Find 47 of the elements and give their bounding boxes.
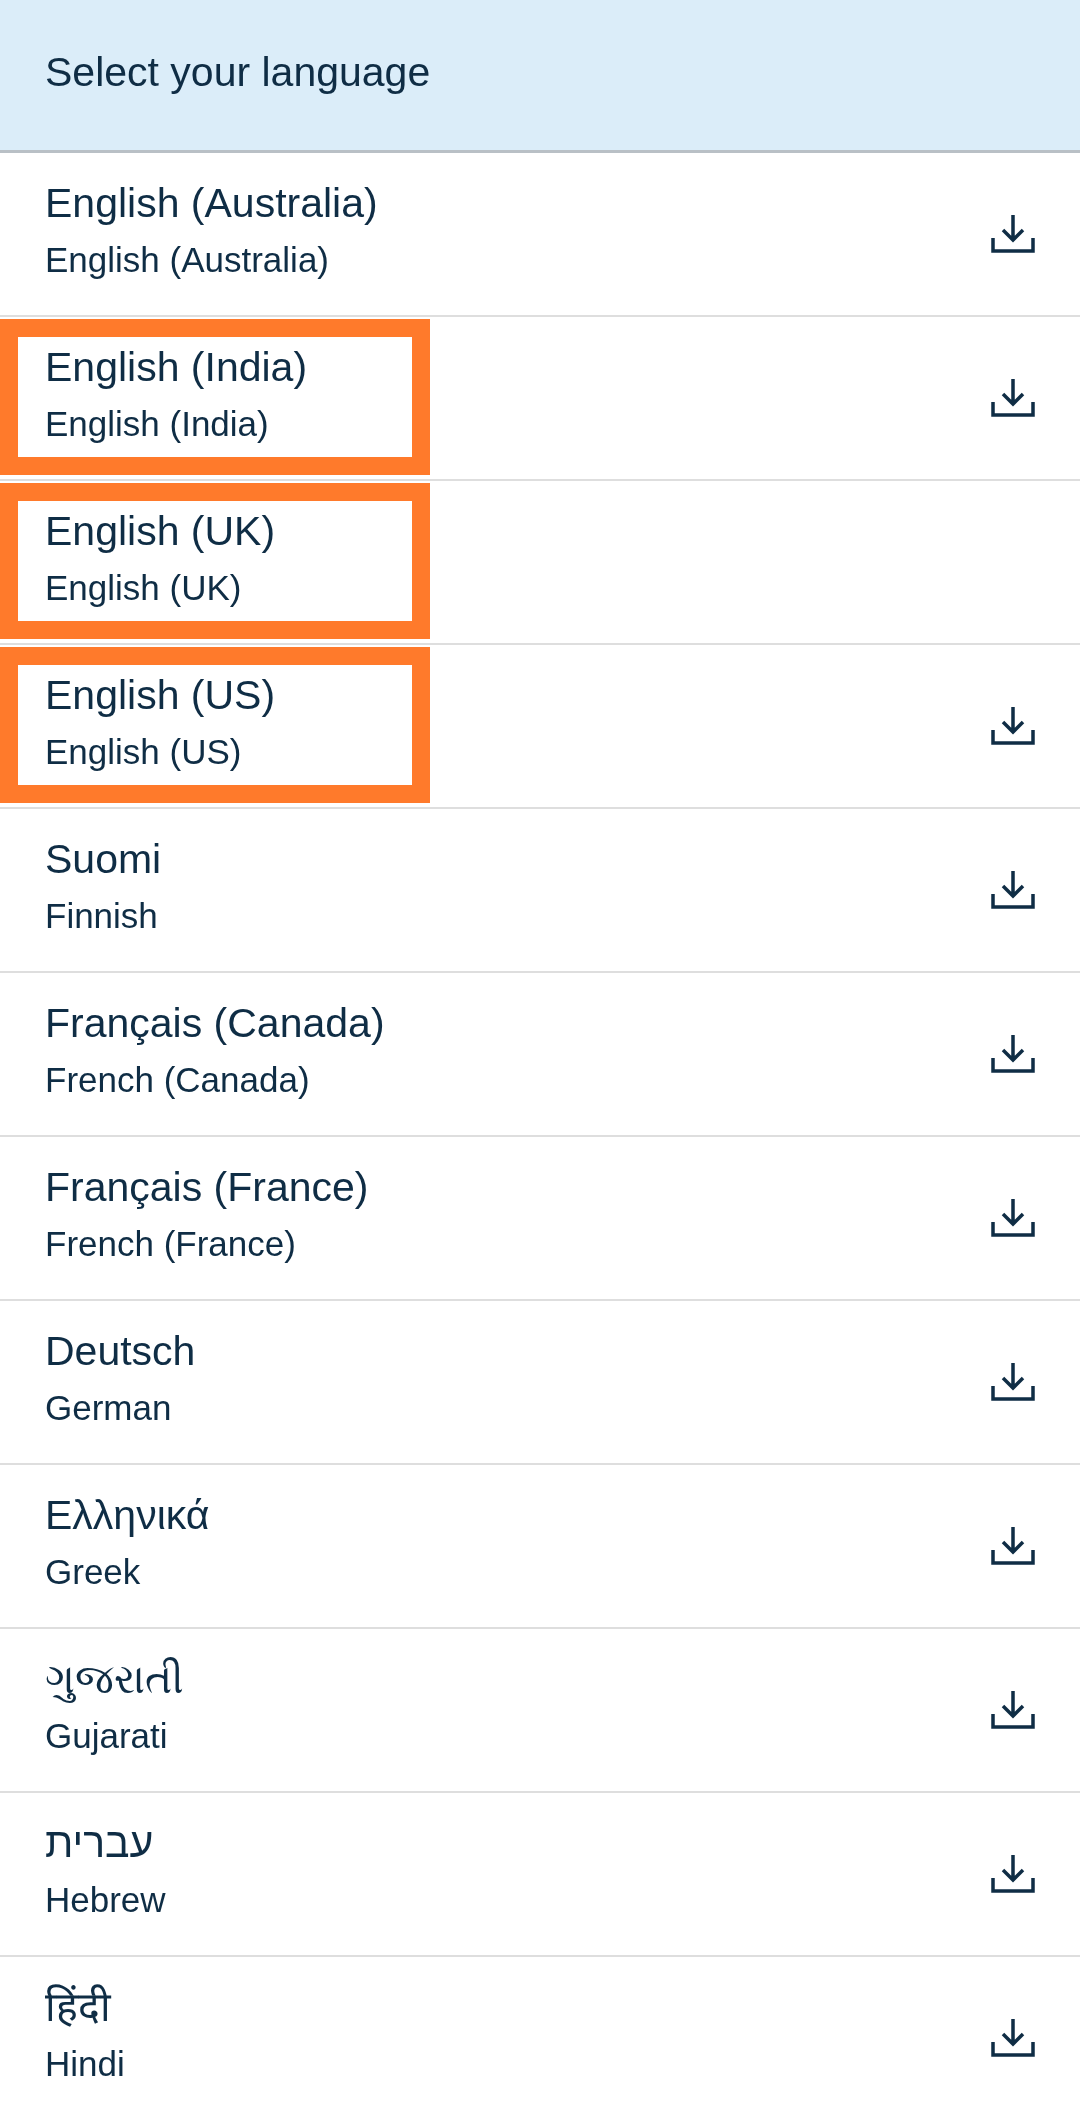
download-icon[interactable]	[991, 707, 1035, 745]
language-native-name: English (UK)	[45, 507, 276, 556]
language-item[interactable]: English (UK) English (UK)	[0, 481, 1080, 645]
download-icon[interactable]	[991, 1199, 1035, 1237]
language-native-name: ગુજરાતી	[45, 1655, 184, 1704]
download-icon[interactable]	[991, 1527, 1035, 1565]
language-english-name: English (Australia)	[45, 239, 329, 281]
language-english-name: Hebrew	[45, 1879, 166, 1921]
language-english-name: Greek	[45, 1551, 141, 1593]
language-english-name: German	[45, 1387, 172, 1429]
language-item[interactable]: English (US) English (US)	[0, 645, 1080, 809]
download-icon[interactable]	[991, 2019, 1035, 2057]
language-item[interactable]: English (India) English (India)	[0, 317, 1080, 481]
language-item[interactable]: ગુજરાતી Gujarati	[0, 1629, 1080, 1793]
language-item[interactable]: Français (Canada) French (Canada)	[0, 973, 1080, 1137]
language-native-name: Ελληνικά	[45, 1491, 210, 1540]
language-english-name: English (UK)	[45, 567, 242, 609]
download-icon[interactable]	[991, 1691, 1035, 1729]
download-icon[interactable]	[991, 379, 1035, 417]
language-item[interactable]: हिंदी Hindi	[0, 1957, 1080, 2112]
language-english-name: French (Canada)	[45, 1059, 310, 1101]
download-icon[interactable]	[991, 1363, 1035, 1401]
language-english-name: Hindi	[45, 2043, 125, 2085]
language-native-name: Français (Canada)	[45, 999, 385, 1048]
language-native-name: Deutsch	[45, 1327, 196, 1376]
language-item[interactable]: English (Australia) English (Australia)	[0, 153, 1080, 317]
language-english-name: Finnish	[45, 895, 158, 937]
language-english-name: French (France)	[45, 1223, 296, 1265]
language-item[interactable]: Ελληνικά Greek	[0, 1465, 1080, 1629]
language-item[interactable]: Deutsch German	[0, 1301, 1080, 1465]
download-icon[interactable]	[991, 215, 1035, 253]
language-native-name: עברית	[45, 1819, 154, 1868]
language-native-name: English (Australia)	[45, 179, 378, 228]
page-title: Select your language	[45, 48, 431, 97]
language-native-name: हिंदी	[45, 1983, 111, 2032]
language-english-name: English (US)	[45, 731, 242, 773]
language-native-name: English (India)	[45, 343, 308, 392]
language-native-name: English (US)	[45, 671, 276, 720]
language-item[interactable]: Français (France) French (France)	[0, 1137, 1080, 1301]
language-english-name: English (India)	[45, 403, 269, 445]
download-icon[interactable]	[991, 1855, 1035, 1893]
language-item[interactable]: Suomi Finnish	[0, 809, 1080, 973]
download-icon[interactable]	[991, 1035, 1035, 1073]
language-native-name: Suomi	[45, 835, 162, 884]
download-icon[interactable]	[991, 871, 1035, 909]
language-native-name: Français (France)	[45, 1163, 369, 1212]
language-english-name: Gujarati	[45, 1715, 168, 1757]
